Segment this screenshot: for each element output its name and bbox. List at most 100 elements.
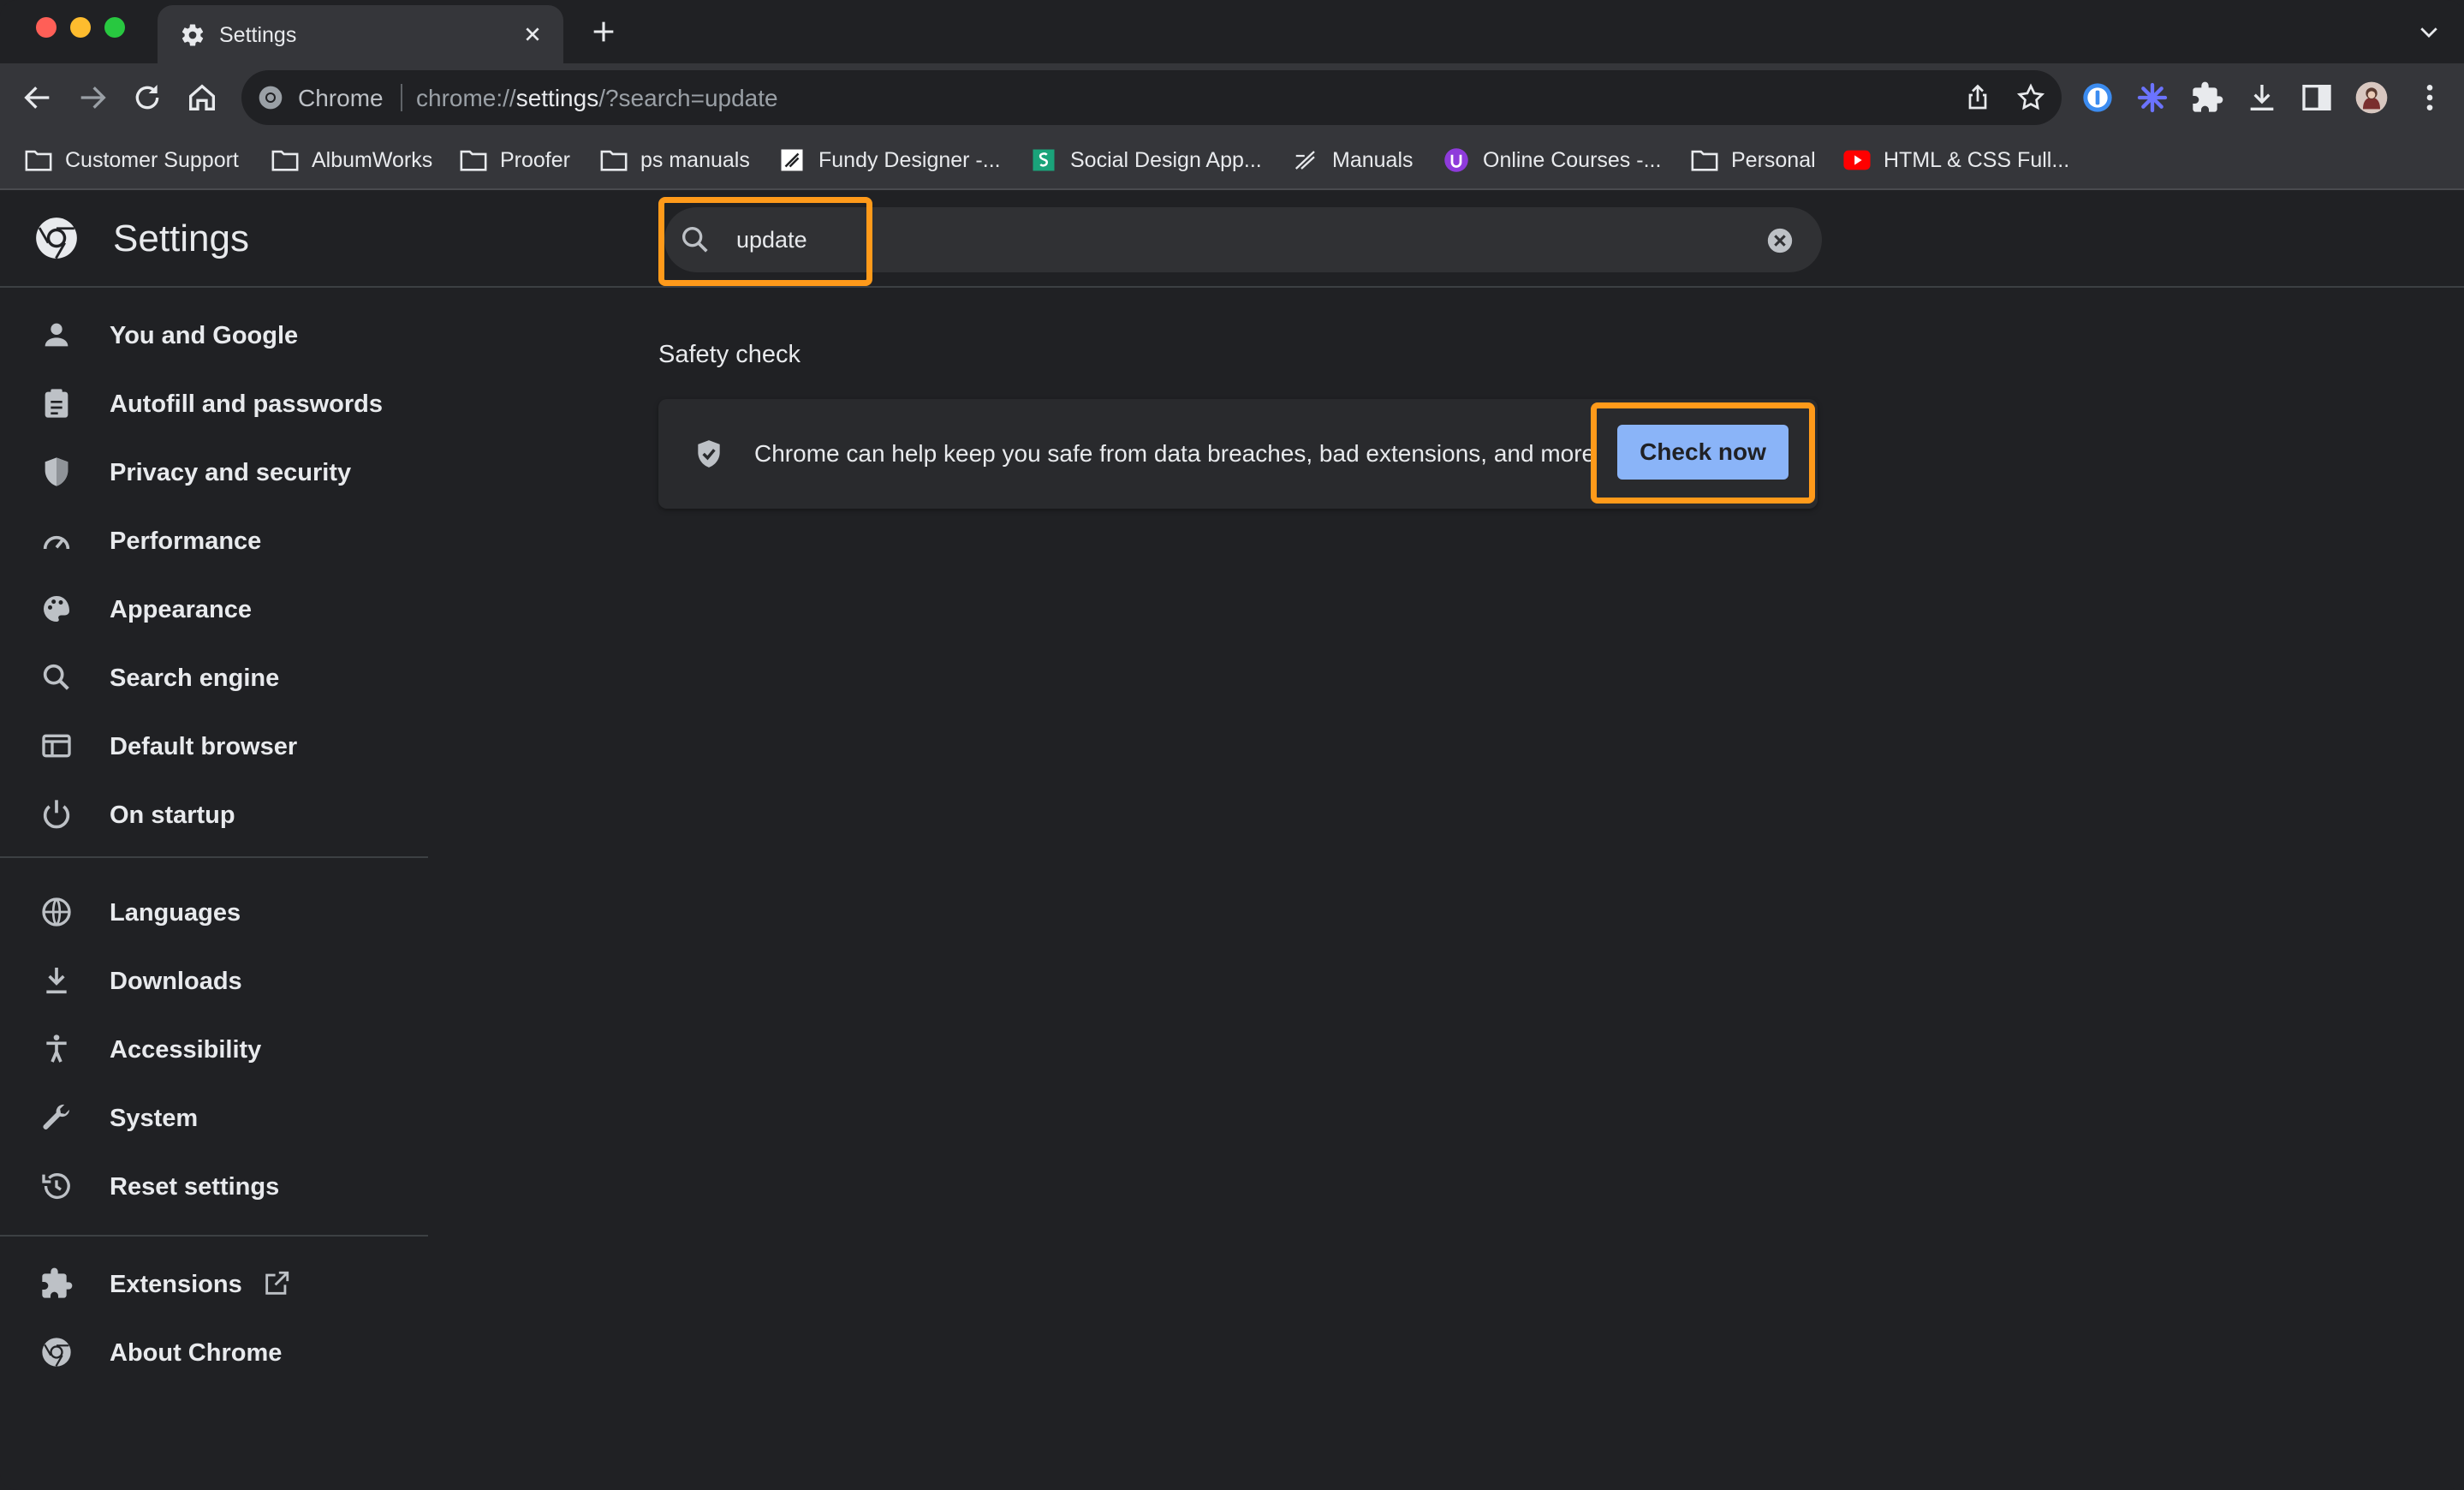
more-menu-icon[interactable] [2413,80,2447,115]
sidebar-item-languages[interactable]: Languages [0,880,428,940]
extension-flower-icon[interactable] [2135,80,2169,115]
sidebar-item-label: Extensions [110,1271,242,1298]
sidebar-item-reset-settings[interactable]: Reset settings [0,1154,428,1214]
safety-check-description: Chrome can help keep you safe from data … [754,440,1596,467]
wrench-icon [43,1104,69,1129]
settings-sidebar: You and Google Autofill and passwords Pr… [0,289,428,1490]
youtube-icon [1843,150,1871,170]
address-bar[interactable]: Chrome chrome://settings/?search=update [241,70,2062,125]
search-input[interactable] [736,224,1678,255]
zoom-window-button[interactable] [104,17,125,38]
section-title-safety-check: Safety check [658,341,801,368]
globe-icon [42,897,71,927]
download-icon[interactable] [2245,80,2279,115]
search-icon [682,227,708,253]
sidebar-item-on-startup[interactable]: On startup [0,783,428,843]
reload-icon[interactable] [130,80,164,115]
courses-icon [1444,148,1468,172]
sidebar-item-label: Search engine [110,665,280,692]
bookmark-customer-support[interactable]: Customer Support [24,146,239,175]
sidebar-item-label: Appearance [110,596,253,623]
sidebar-item-downloads[interactable]: Downloads [0,949,428,1009]
folder-icon [460,150,487,171]
close-window-button[interactable] [36,17,57,38]
folder-icon [600,150,628,171]
chevron-down-icon[interactable] [2416,19,2442,45]
sidebar-item-performance[interactable]: Performance [0,509,428,569]
history-icon [42,1173,70,1200]
sidebar-item-you-and-google[interactable]: You and Google [0,303,428,363]
toolbar: Chrome chrome://settings/?search=update [0,63,2464,132]
browser-icon [42,734,71,758]
manuals-icon [1294,151,1315,170]
sidebar-divider [0,856,428,858]
close-icon[interactable] [519,21,546,48]
search-icon [43,664,69,690]
sidebar-item-system[interactable]: System [0,1086,428,1146]
bookmark-ps-manuals[interactable]: ps manuals [599,146,750,175]
sidebar-item-label: You and Google [110,322,299,349]
bookmark-albumworks[interactable]: AlbumWorks [271,146,432,175]
chrome-icon [259,86,283,110]
shield-check-icon [698,440,720,468]
forward-arrow-icon[interactable] [75,80,110,115]
sidebar-item-appearance[interactable]: Appearance [0,577,428,637]
sidebar-item-default-browser[interactable]: Default browser [0,714,428,774]
sidebar-item-label: Privacy and security [110,459,352,486]
site-label: Chrome [298,85,384,111]
bookmark-personal[interactable]: Personal [1690,146,1816,175]
sidebar-item-extensions[interactable]: Extensions [0,1252,428,1312]
bookmark-manuals[interactable]: Manuals [1291,146,1414,175]
sidebar-item-label: System [110,1105,199,1132]
safety-check-card: Chrome can help keep you safe from data … [658,399,1818,509]
minimize-window-button[interactable] [70,17,91,38]
sidebar-item-label: Accessibility [110,1036,262,1064]
puzzle-icon[interactable] [2190,80,2224,115]
sidebar-item-label: On startup [110,802,235,829]
folder-icon [25,150,52,171]
side-panel-icon[interactable] [2300,80,2334,115]
shield-icon [45,457,68,486]
sidebar-item-accessibility[interactable]: Accessibility [0,1017,428,1077]
settings-header: Settings [0,190,2464,288]
bookmark-html-css[interactable]: HTML & CSS Full... [1842,146,2069,175]
sidebar-item-privacy[interactable]: Privacy and security [0,440,428,500]
bookmark-proofer[interactable]: Proofer [459,146,570,175]
social-design-icon [1033,149,1055,171]
back-arrow-icon[interactable] [21,80,55,115]
gear-icon [182,24,204,46]
password-manager-icon[interactable] [2080,80,2115,115]
bookmark-social-design-app[interactable]: Social Design App... [1029,146,1262,175]
tab-title: Settings [219,23,297,47]
palette-icon [44,596,69,622]
tab-settings[interactable]: Settings [158,5,563,63]
sidebar-item-about-chrome[interactable]: About Chrome [0,1320,428,1380]
bookmark-star-icon[interactable] [2015,82,2046,113]
clipboard-icon [45,389,68,418]
sidebar-item-label: Reset settings [110,1173,280,1201]
power-icon [43,800,70,829]
check-now-button[interactable]: Check now [1617,425,1788,480]
browser-window: Settings Chrome chrome://settings/?searc… [0,0,2464,1490]
settings-search-box[interactable] [664,207,1822,272]
sidebar-item-label: Downloads [110,968,242,995]
bookmarks-bar: Customer Support AlbumWorks Proofer ps m… [0,132,2464,190]
home-icon[interactable] [185,80,219,115]
bookmark-fundy-designer[interactable]: Fundy Designer -... [777,146,1001,175]
fundy-icon [781,149,803,171]
chrome-logo-icon [36,218,77,259]
external-link-icon [265,1271,289,1295]
bookmark-online-courses[interactable]: Online Courses -... [1442,146,1661,175]
clear-search-icon[interactable] [1765,226,1794,255]
sidebar-item-autofill[interactable]: Autofill and passwords [0,372,428,432]
avatar[interactable] [2354,80,2389,115]
download-icon [46,968,67,994]
sidebar-item-label: Languages [110,899,241,927]
sidebar-divider [0,1235,428,1237]
speedometer-icon [43,535,70,550]
chrome-icon [42,1338,71,1367]
new-tab-plus-icon[interactable] [589,17,618,46]
share-icon[interactable] [1962,82,1993,113]
person-icon [45,323,68,347]
sidebar-item-search-engine[interactable]: Search engine [0,646,428,706]
